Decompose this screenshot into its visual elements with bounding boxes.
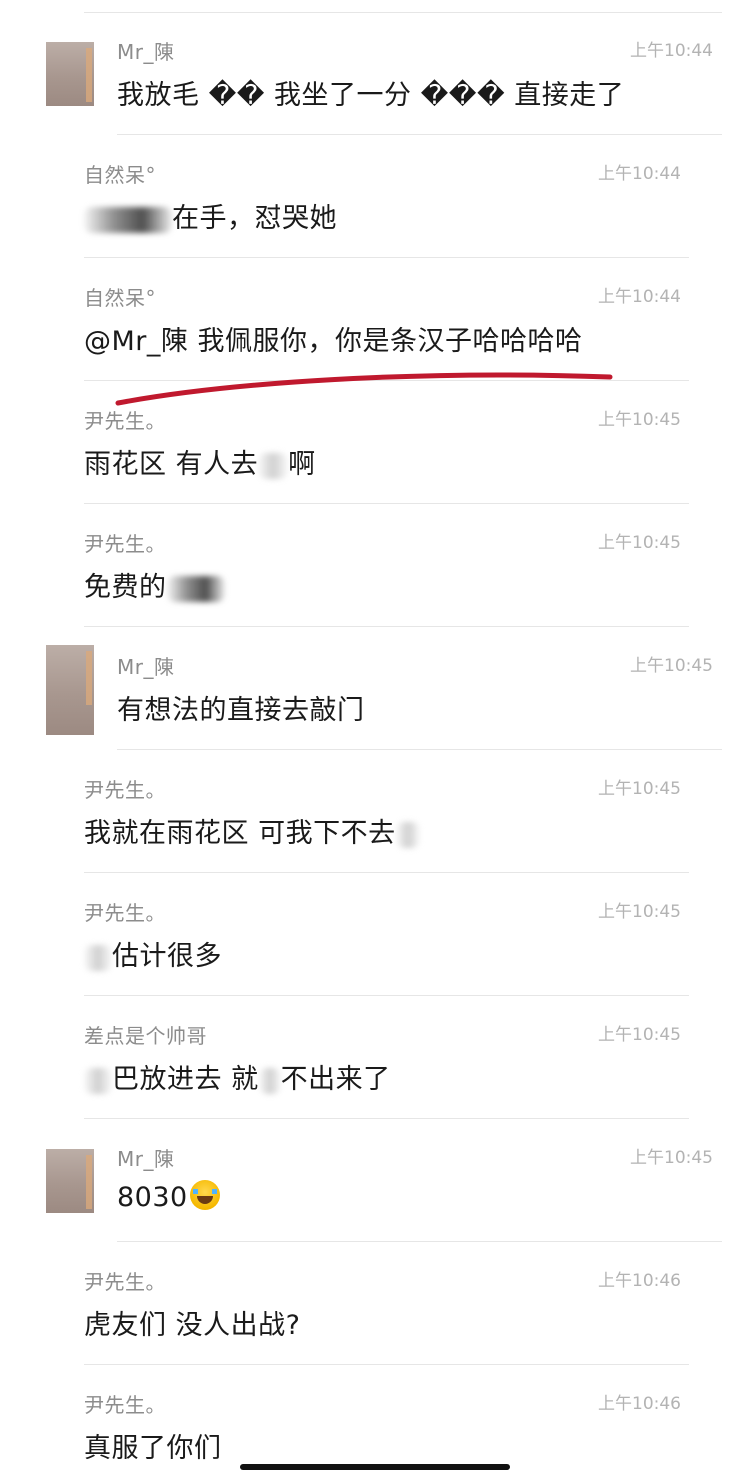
sender-name: 自然呆° [84, 163, 156, 187]
message-text-part: 在手，怼哭她 [172, 203, 337, 234]
sender-name: 尹先生。 [84, 409, 166, 433]
message-item[interactable]: 尹先生。 上午10:45 我就在雨花区 可我下不去 [0, 750, 750, 873]
message-time: 上午10:45 [598, 410, 681, 430]
message-text-part: 8030 [117, 1182, 188, 1213]
sender-name: 尹先生。 [84, 1270, 166, 1294]
redacted-blur [258, 1067, 281, 1094]
sender-name: Mr_陳 [117, 40, 175, 64]
message-text: @Mr_陳 我佩服你，你是条汉子哈哈哈哈 [84, 326, 583, 357]
sender-name: Mr_陳 [117, 1147, 175, 1171]
face-with-tears-of-joy-icon [189, 1180, 220, 1210]
message-item[interactable]: 尹先生。 上午10:46 虎友们 没人出战? [0, 1242, 750, 1365]
message-text: 雨花区 有人去啊 [84, 442, 316, 481]
message-time: 上午10:45 [598, 533, 681, 553]
message-time: 上午10:44 [630, 41, 713, 61]
message-item[interactable]: 尹先生。 上午10:45 估计很多 [0, 873, 750, 996]
message-item[interactable]: 尹先生。 上午10:45 雨花区 有人去啊 [0, 381, 750, 504]
message-text: 估计很多 [84, 934, 222, 973]
sender-name: 尹先生。 [84, 778, 166, 802]
message-text: 我就在雨花区 可我下不去 [84, 811, 420, 850]
message-time: 上午10:45 [630, 656, 713, 676]
message-item[interactable]: Mr_陳 上午10:45 8030 [0, 1119, 750, 1242]
message-text: 在手，怼哭她 [84, 196, 337, 235]
message-time: 上午10:44 [598, 287, 681, 307]
message-item[interactable]: Mr_陳 上午10:45 有想法的直接去敲门 [0, 627, 750, 750]
message-text: 虎友们 没人出战? [84, 1310, 301, 1341]
message-item[interactable]: 自然呆° 上午10:44 @Mr_陳 我佩服你，你是条汉子哈哈哈哈 [0, 258, 750, 381]
avatar[interactable] [46, 645, 94, 735]
message-text: 有想法的直接去敲门 [117, 695, 365, 726]
message-text: 8030 [117, 1180, 220, 1213]
message-time: 上午10:46 [598, 1271, 681, 1291]
redacted-blur [166, 575, 225, 602]
sender-name: 尹先生。 [84, 901, 166, 925]
redacted-blur [84, 944, 112, 971]
message-item[interactable]: 差点是个帅哥 上午10:45 巴放进去 就不出来了 [0, 996, 750, 1119]
redacted-blur [395, 821, 420, 848]
message-text-part: 不出来了 [280, 1064, 391, 1095]
message-text: 免费的 [84, 565, 225, 604]
message-time: 上午10:45 [598, 902, 681, 922]
message-text-part: 估计很多 [112, 941, 222, 972]
message-text-part: 雨花区 有人去 [84, 449, 259, 480]
message-item[interactable]: 尹先生。 上午10:45 免费的 [0, 504, 750, 627]
message-item[interactable]: 自然呆° 上午10:44 在手，怼哭她 [0, 135, 750, 258]
message-text: 巴放进去 就不出来了 [84, 1057, 391, 1096]
message-text-part: 免费的 [84, 572, 167, 603]
message-time: 上午10:45 [598, 1025, 681, 1045]
redacted-blur [84, 1067, 112, 1094]
message-item[interactable]: Mr_陳 上午10:44 我放毛 �� 我坐了一分 ��� 直接走了 [0, 12, 750, 135]
message-text-part: 巴放进去 就 [112, 1064, 259, 1095]
message-text-part: 我就在雨花区 可我下不去 [84, 818, 396, 849]
redacted-blur [84, 206, 172, 233]
sender-name: 尹先生。 [84, 532, 166, 556]
message-time: 上午10:45 [630, 1148, 713, 1168]
home-indicator [240, 1464, 510, 1470]
message-item[interactable]: 尹先生。 上午10:46 真服了你们 [0, 1365, 750, 1470]
message-text: 我放毛 �� 我坐了一分 ��� 直接走了 [117, 80, 625, 111]
redacted-blur [258, 452, 289, 479]
message-text: 真服了你们 [84, 1433, 222, 1464]
sender-name: 差点是个帅哥 [84, 1024, 207, 1048]
message-time: 上午10:46 [598, 1394, 681, 1414]
sender-name: Mr_陳 [117, 655, 175, 679]
message-time: 上午10:45 [598, 779, 681, 799]
sender-name: 尹先生。 [84, 1393, 166, 1417]
avatar[interactable] [46, 42, 94, 106]
message-text-part: 啊 [288, 449, 316, 480]
avatar[interactable] [46, 1149, 94, 1213]
message-time: 上午10:44 [598, 164, 681, 184]
sender-name: 自然呆° [84, 286, 156, 310]
